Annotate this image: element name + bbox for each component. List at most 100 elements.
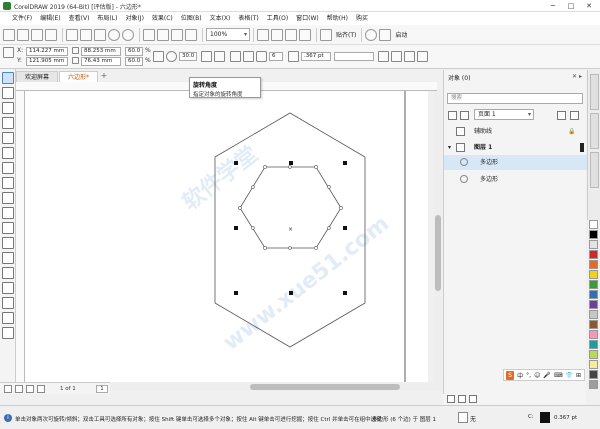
ellipse-tool-icon[interactable] (2, 177, 14, 189)
full-screen-icon[interactable] (257, 28, 269, 41)
export-icon[interactable] (171, 28, 183, 41)
ime-logo-icon[interactable]: S (506, 370, 515, 380)
color-swatch[interactable] (589, 280, 598, 289)
ime-punctuation[interactable]: °, (526, 372, 531, 379)
print-icon[interactable] (45, 28, 57, 41)
scale-height-field[interactable]: 60.0 (125, 57, 143, 66)
add-tab-button[interactable]: + (99, 71, 109, 82)
artistic-media-tool-icon[interactable] (2, 147, 14, 159)
undo-icon[interactable] (108, 28, 120, 41)
mirror-horizontal-icon[interactable] (201, 51, 212, 62)
first-page-icon[interactable] (4, 385, 12, 393)
previous-page-icon[interactable] (15, 385, 23, 393)
docker-tab-hints[interactable] (590, 152, 599, 188)
lock-icon[interactable]: 🔒 (568, 124, 575, 139)
shape-tool-icon[interactable] (2, 87, 14, 99)
grid-menu-icon[interactable]: ⊞ (576, 372, 581, 379)
rotation-angle-field[interactable]: 30.0 (179, 52, 197, 61)
x-position-field[interactable]: 114.227 mm (26, 47, 68, 56)
delete-icon[interactable] (469, 395, 477, 403)
show-guidelines-icon[interactable] (299, 28, 311, 41)
star-shape-icon[interactable] (243, 51, 254, 62)
fill-swatch-icon[interactable] (458, 412, 468, 423)
object-row[interactable]: 多边形 (444, 172, 587, 187)
text-tool-icon[interactable] (2, 207, 14, 219)
docker-tab-properties[interactable] (590, 74, 599, 110)
cut-icon[interactable] (66, 28, 78, 41)
polygon-shape-icon[interactable] (230, 51, 241, 62)
new-document-icon[interactable] (3, 28, 15, 41)
objects-search-input[interactable]: 搜索 (447, 93, 583, 104)
polygon-sides-field[interactable]: 6 (269, 52, 283, 61)
redo-icon[interactable] (122, 28, 134, 41)
launch-label[interactable]: 启动 (395, 30, 407, 39)
color-swatch[interactable] (589, 270, 598, 279)
paste-icon[interactable] (94, 28, 106, 41)
color-swatch[interactable] (589, 300, 598, 309)
color-swatch[interactable] (589, 360, 598, 369)
color-swatch[interactable] (589, 240, 598, 249)
mirror-vertical-icon[interactable] (214, 51, 225, 62)
add-tool-icon[interactable] (2, 327, 14, 339)
color-swatch[interactable] (589, 350, 598, 359)
crop-tool-icon[interactable] (2, 102, 14, 114)
guides-layer-row[interactable]: 辅助线 🔒 (444, 124, 587, 139)
wrap-text-icon[interactable] (378, 51, 389, 62)
snap-to-icon[interactable] (320, 28, 332, 41)
docker-settings-gear-icon[interactable] (557, 111, 566, 120)
vertical-scroll-thumb[interactable] (435, 215, 441, 291)
copy-icon[interactable] (80, 28, 92, 41)
interactive-fill-tool-icon[interactable] (2, 297, 14, 309)
vertical-scrollbar[interactable] (434, 91, 442, 382)
drop-shadow-tool-icon[interactable] (2, 252, 14, 264)
color-swatch[interactable] (589, 380, 598, 389)
outline-width-select[interactable]: .367 pt (301, 52, 331, 61)
inner-hexagon[interactable] (239, 166, 342, 249)
outline-color-swatch[interactable] (540, 412, 550, 423)
layer-options-icon[interactable] (448, 111, 457, 120)
menu-table[interactable]: 表格(T) (234, 12, 262, 25)
freehand-tool-icon[interactable] (2, 132, 14, 144)
scale-width-field[interactable]: 60.0 (125, 47, 143, 56)
ime-mode[interactable]: 中 (517, 371, 523, 380)
menu-edit[interactable]: 编辑(E) (36, 12, 64, 25)
launch-app-icon[interactable] (379, 28, 392, 41)
color-swatch[interactable] (589, 320, 598, 329)
menu-window[interactable]: 窗口(W) (292, 12, 323, 25)
color-swatch[interactable] (589, 230, 598, 239)
drawing-canvas[interactable]: 软件学堂 www.xue51.com × (25, 91, 428, 382)
search-content-icon[interactable] (143, 28, 155, 41)
snap-to-label[interactable]: 贴齐(T) (336, 30, 356, 39)
layer-row[interactable]: ▾ 图层 1 (444, 140, 587, 155)
convert-to-curves-icon[interactable] (417, 51, 428, 62)
color-swatch[interactable] (589, 220, 598, 229)
show-grid-icon[interactable] (285, 28, 297, 41)
color-swatch[interactable] (589, 370, 598, 379)
next-page-icon[interactable] (26, 385, 34, 393)
save-icon[interactable] (31, 28, 43, 41)
page-select[interactable]: 页面 1 (474, 109, 534, 120)
emoji-icon[interactable]: ☺ (534, 372, 540, 379)
keyboard-icon[interactable]: ⌨ (554, 372, 563, 379)
color-eyedropper-tool-icon[interactable] (2, 282, 14, 294)
publish-pdf-icon[interactable] (185, 28, 197, 41)
options-gear-icon[interactable] (365, 28, 378, 41)
new-master-layer-icon[interactable] (458, 395, 466, 403)
color-swatch[interactable] (589, 340, 598, 349)
show-rulers-icon[interactable] (271, 28, 283, 41)
open-folder-icon[interactable] (17, 28, 29, 41)
skin-icon[interactable]: 👕 (565, 372, 572, 379)
close-button[interactable]: ✕ (580, 0, 598, 12)
docker-controls[interactable]: ✕ ▸ (572, 73, 582, 80)
page-tab[interactable]: 1 (96, 385, 108, 393)
docker-tab-objects[interactable] (590, 113, 599, 149)
lock-ratio-icon[interactable] (153, 51, 164, 62)
pick-tool-icon[interactable] (2, 72, 14, 84)
menu-help[interactable]: 帮助(H) (323, 12, 352, 25)
zoom-level-select[interactable]: 100% (206, 28, 250, 41)
minimize-button[interactable]: ─ (544, 0, 562, 12)
object-row[interactable]: 多边形 (444, 155, 587, 170)
tab-welcome-screen[interactable]: 欢迎屏幕 (16, 71, 59, 82)
node-points[interactable] (238, 165, 343, 250)
last-page-icon[interactable] (37, 385, 45, 393)
